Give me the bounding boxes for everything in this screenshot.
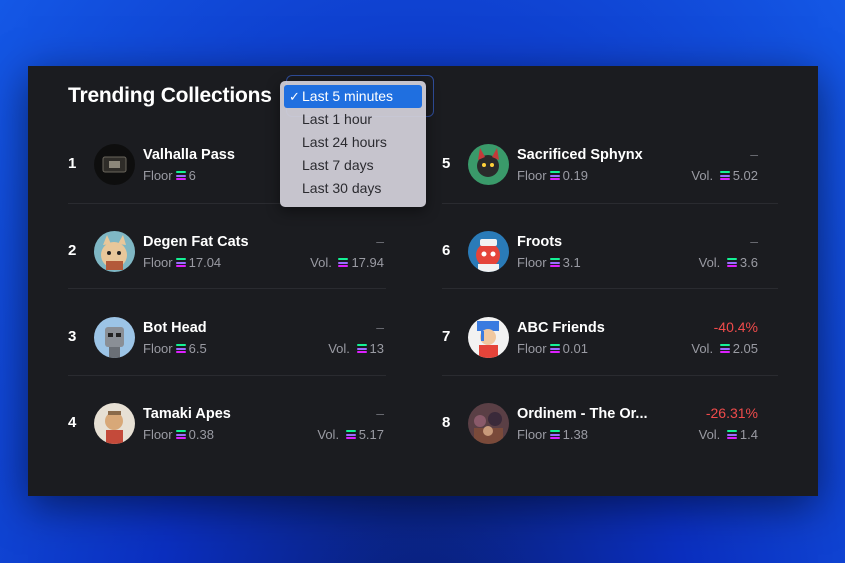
- time-option-label: Last 1 hour: [302, 111, 373, 127]
- collection-avatar: [94, 144, 135, 185]
- price-change: -40.4%: [713, 319, 758, 335]
- volume: Vol. 13: [328, 341, 384, 356]
- floor-price: Floor 17.04: [143, 255, 222, 270]
- price-change: –: [750, 146, 758, 162]
- solana-icon: [345, 430, 356, 440]
- collection-name: Degen Fat Cats: [143, 234, 249, 250]
- time-option-label: Last 5 minutes: [302, 88, 394, 104]
- solana-icon: [175, 430, 186, 440]
- solana-icon: [549, 171, 560, 181]
- floor-price: Floor 0.38: [143, 427, 214, 442]
- checkmark-icon: ✓: [289, 89, 300, 104]
- collection-name: Bot Head: [143, 320, 207, 336]
- collection-row[interactable]: 8 Ordinem - The Or... Floor 1.38 -26.31% …: [442, 381, 780, 467]
- rank-number: 8: [442, 414, 451, 431]
- solana-icon: [719, 171, 730, 181]
- row-divider: [68, 375, 386, 376]
- collection-name: Sacrificed Sphynx: [517, 147, 643, 163]
- collection-row[interactable]: 3 Bot Head Floor 6.5 – Vol. 13: [68, 295, 406, 381]
- time-option-label: Last 24 hours: [302, 134, 387, 150]
- floor-price: Floor 0.01: [517, 341, 588, 356]
- row-divider: [442, 203, 778, 204]
- solana-icon: [726, 430, 737, 440]
- rank-number: 5: [442, 155, 451, 172]
- floor-price: Floor 0.19: [517, 168, 588, 183]
- time-option-30d[interactable]: Last 30 days: [284, 177, 422, 200]
- price-change: –: [376, 405, 384, 421]
- collection-avatar: [468, 231, 509, 272]
- time-option-24h[interactable]: Last 24 hours: [284, 131, 422, 154]
- volume: Vol. 17.94: [310, 255, 384, 270]
- collection-name: Froots: [517, 234, 563, 250]
- price-change: –: [376, 319, 384, 335]
- solana-icon: [726, 258, 737, 268]
- solana-icon: [356, 344, 367, 354]
- floor-price: Floor 3.1: [517, 255, 581, 270]
- solana-icon: [549, 344, 560, 354]
- collection-row[interactable]: 6 Froots Floor 3.1 – Vol. 3.6: [442, 209, 780, 295]
- row-divider: [68, 288, 386, 289]
- floor-price: Floor 6: [143, 168, 196, 183]
- time-option-label: Last 7 days: [302, 157, 374, 173]
- collection-name: ABC Friends: [517, 320, 605, 336]
- collection-avatar: [468, 317, 509, 358]
- solana-icon: [175, 344, 186, 354]
- time-filter-dropdown: ✓ Last 5 minutes Last 1 hour Last 24 hou…: [280, 81, 426, 207]
- time-option-label: Last 30 days: [302, 180, 382, 196]
- floor-price: Floor 1.38: [517, 427, 588, 442]
- price-change: –: [376, 233, 384, 249]
- time-option-7d[interactable]: Last 7 days: [284, 154, 422, 177]
- section-title: Trending Collections: [68, 84, 272, 107]
- volume: Vol. 1.4: [698, 427, 758, 442]
- collection-row[interactable]: 4 Tamaki Apes Floor 0.38 – Vol. 5.17: [68, 381, 406, 467]
- floor-price: Floor 6.5: [143, 341, 207, 356]
- solana-icon: [338, 258, 349, 268]
- collection-row[interactable]: 2 Degen Fat Cats Floor 17.04 – Vol. 17.94: [68, 209, 406, 295]
- time-option-5m[interactable]: ✓ Last 5 minutes: [284, 85, 422, 108]
- volume: Vol. 2.05: [691, 341, 758, 356]
- collection-avatar: [468, 144, 509, 185]
- volume: Vol. 5.17: [317, 427, 384, 442]
- time-option-1h[interactable]: Last 1 hour: [284, 108, 422, 131]
- collection-avatar: [94, 317, 135, 358]
- rank-number: 7: [442, 328, 451, 345]
- rank-number: 3: [68, 328, 77, 345]
- row-divider: [442, 375, 778, 376]
- solana-icon: [549, 258, 560, 268]
- collection-row[interactable]: 7 ABC Friends Floor 0.01 -40.4% Vol. 2.05: [442, 295, 780, 381]
- solana-icon: [175, 171, 186, 181]
- price-change: –: [750, 233, 758, 249]
- collection-name: Tamaki Apes: [143, 406, 231, 422]
- row-divider: [442, 288, 778, 289]
- volume: Vol. 3.6: [698, 255, 758, 270]
- solana-icon: [549, 430, 560, 440]
- price-change: -26.31%: [705, 405, 758, 421]
- collection-avatar: [94, 231, 135, 272]
- volume: Vol. 5.02: [691, 168, 758, 183]
- rank-number: 6: [442, 242, 451, 259]
- collection-name: Valhalla Pass: [143, 147, 235, 163]
- solana-icon: [719, 344, 730, 354]
- collection-avatar: [94, 403, 135, 444]
- rank-number: 1: [68, 155, 77, 172]
- collection-avatar: [468, 403, 509, 444]
- collection-row[interactable]: 5 Sacrificed Sphynx Floor 0.19 – Vol. 5.0…: [442, 122, 780, 208]
- rank-number: 2: [68, 242, 77, 259]
- rank-number: 4: [68, 414, 77, 431]
- collection-name: Ordinem - The Or...: [517, 406, 648, 422]
- trending-collections-panel: Trending Collections ✓ Last 5 minutes La…: [28, 66, 818, 496]
- solana-icon: [175, 258, 186, 268]
